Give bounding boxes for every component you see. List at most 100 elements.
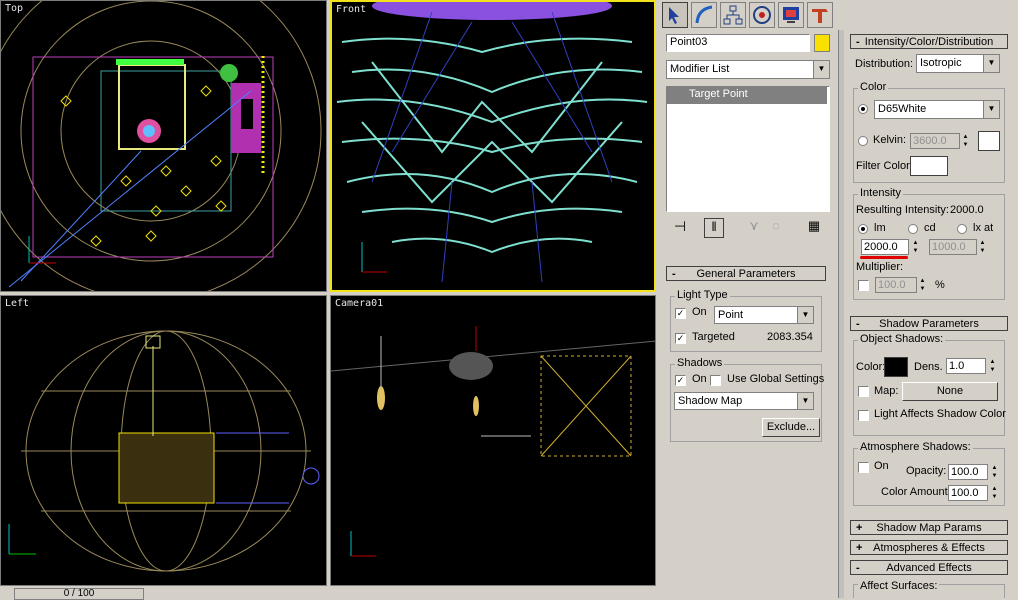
kelvin-spinner-icon[interactable]: ▲ ▼	[961, 133, 970, 149]
display-tab-icon[interactable]	[778, 2, 804, 28]
lx-distance-field[interactable]: 1000.0	[929, 239, 977, 255]
kelvin-color-swatch[interactable]	[978, 131, 1000, 151]
motion-tab-icon[interactable]	[749, 2, 775, 28]
pin-stack-icon[interactable]: ⊣	[670, 218, 690, 238]
modifier-stack-item[interactable]: Target Point	[667, 87, 827, 104]
opacity-value: 100.0	[951, 466, 979, 478]
shadow-map-params-rollout[interactable]: + Shadow Map Params	[850, 520, 1008, 535]
shadow-map-params-title: Shadow Map Params	[876, 522, 982, 534]
filter-color-swatch[interactable]	[910, 156, 948, 176]
object-name-field[interactable]: Point03	[666, 34, 810, 52]
atmospheres-effects-rollout[interactable]: + Atmospheres & Effects	[850, 540, 1008, 555]
distribution-label: Distribution:	[855, 58, 914, 70]
intensity-rollout-title: Intensity/Color/Distribution	[864, 36, 994, 48]
general-parameters-rollout[interactable]: - General Parameters	[666, 266, 826, 281]
light-type-dropdown[interactable]: Point ▼	[714, 306, 814, 324]
intensity-field[interactable]: 2000.0	[861, 239, 909, 255]
color-amount-value: 100.0	[951, 487, 979, 499]
create-tab-icon[interactable]	[662, 2, 688, 28]
multiplier-value: 100.0	[878, 279, 906, 291]
top-view-wireframe	[1, 1, 322, 291]
lx-distance-spinner-icon[interactable]: ▲ ▼	[978, 239, 987, 255]
kelvin-radio[interactable]	[858, 136, 868, 146]
light-affects-checkbox[interactable]	[858, 410, 869, 421]
collapse-icon: -	[672, 268, 676, 280]
make-unique-icon[interactable]: ⋎	[744, 218, 764, 238]
command-panel-tabs	[662, 2, 842, 30]
remove-modifier-icon[interactable]: ◌	[766, 218, 786, 238]
light-type-group: Light Type	[670, 289, 822, 352]
shadow-parameters-rollout[interactable]: - Shadow Parameters	[850, 316, 1008, 331]
advanced-effects-rollout[interactable]: - Advanced Effects	[850, 560, 1008, 575]
viewport-label-top[interactable]: Top	[5, 3, 23, 14]
opacity-spinner-icon[interactable]: ▲ ▼	[990, 464, 999, 480]
affect-surfaces-group: Affect Surfaces:	[853, 580, 1005, 598]
timeline-slider[interactable]: 0 / 100	[14, 588, 144, 600]
modifier-list-label: Modifier List	[670, 63, 730, 75]
shadow-type-dropdown[interactable]: Shadow Map ▼	[674, 392, 814, 410]
multiplier-checkbox[interactable]	[858, 280, 869, 291]
hierarchy-tab-icon[interactable]	[720, 2, 746, 28]
left-view-wireframe	[8, 330, 320, 572]
intensity-rollout[interactable]: - Intensity/Color/Distribution	[850, 34, 1008, 49]
dens-spinner-icon[interactable]: ▲ ▼	[988, 358, 997, 374]
light-on-checkbox[interactable]: ✓	[675, 308, 686, 319]
viewport-top[interactable]: Top	[0, 0, 327, 292]
atmospheres-effects-title: Atmospheres & Effects	[873, 542, 985, 554]
distribution-dropdown[interactable]: Isotropic ▼	[916, 54, 1000, 73]
modify-tab-icon[interactable]	[691, 2, 717, 28]
atmosphere-on-checkbox[interactable]	[858, 462, 869, 473]
dens-label: Dens.	[914, 361, 943, 373]
modifier-list-dropdown[interactable]: Modifier List ▼	[666, 60, 830, 79]
kelvin-value: 3600.0	[913, 135, 947, 147]
unit-cd-radio[interactable]	[908, 224, 918, 234]
unit-lx-radio[interactable]	[957, 224, 967, 234]
front-view-wireframe	[336, 2, 648, 283]
viewport-label-camera[interactable]: Camera01	[335, 298, 383, 309]
viewport-label-front[interactable]: Front	[336, 4, 366, 15]
color-amount-field[interactable]: 100.0	[948, 485, 988, 501]
camera-view-render	[331, 326, 655, 557]
viewport-left[interactable]: Left	[0, 295, 327, 586]
shadows-on-checkbox[interactable]: ✓	[675, 375, 686, 386]
shadow-map-none-button[interactable]: None	[902, 382, 998, 401]
multiplier-spinner-icon[interactable]: ▲ ▼	[918, 277, 927, 293]
multiplier-field[interactable]: 100.0	[875, 277, 917, 293]
object-color-swatch[interactable]	[814, 34, 830, 52]
exclude-button[interactable]: Exclude...	[762, 418, 820, 437]
shadow-color-swatch[interactable]	[884, 357, 908, 377]
opacity-field[interactable]: 100.0	[948, 464, 988, 480]
utilities-tab-icon[interactable]	[807, 2, 833, 28]
general-parameters-title: General Parameters	[696, 268, 796, 280]
distribution-value: Isotropic	[920, 57, 962, 69]
shadow-map-checkbox[interactable]	[858, 386, 869, 397]
collapse-icon: -	[856, 318, 860, 330]
viewport-front[interactable]: Front	[330, 0, 656, 292]
shadow-parameters-title: Shadow Parameters	[879, 318, 979, 330]
modifier-stack-list[interactable]: Target Point	[666, 86, 830, 212]
color-preset-dropdown[interactable]: D65White ▼	[874, 100, 1000, 119]
unit-lm-label: lm	[874, 222, 886, 234]
color-preset-value: D65White	[878, 103, 927, 115]
viewport-label-left[interactable]: Left	[5, 298, 29, 309]
use-global-settings-checkbox[interactable]	[710, 375, 721, 386]
shadow-map-none-label: None	[936, 385, 964, 397]
intensity-spinner-icon[interactable]: ▲ ▼	[911, 239, 920, 255]
color-preset-radio[interactable]	[858, 104, 868, 114]
shadow-color-label: Color:	[856, 361, 886, 373]
show-end-result-icon[interactable]: ‖	[704, 218, 724, 238]
filter-color-label: Filter Color:	[856, 160, 913, 172]
color-amount-spinner-icon[interactable]: ▲ ▼	[990, 485, 999, 501]
light-affects-label: Light Affects Shadow Color	[874, 408, 1006, 420]
exclude-button-label: Exclude...	[766, 421, 816, 433]
configure-sets-icon[interactable]: ▦	[804, 218, 824, 238]
intensity-value: 2000.0	[864, 241, 898, 253]
viewport-camera[interactable]: Camera01	[330, 295, 656, 586]
unit-lm-radio[interactable]	[858, 224, 868, 234]
targeted-checkbox[interactable]: ✓	[675, 333, 686, 344]
dens-field[interactable]: 1.0	[946, 358, 986, 374]
use-global-settings-label: Use Global Settings	[727, 373, 825, 385]
panel-scrollbar[interactable]	[838, 30, 844, 598]
atmosphere-shadows-title: Atmosphere Shadows:	[858, 441, 973, 453]
kelvin-field[interactable]: 3600.0	[910, 133, 960, 149]
